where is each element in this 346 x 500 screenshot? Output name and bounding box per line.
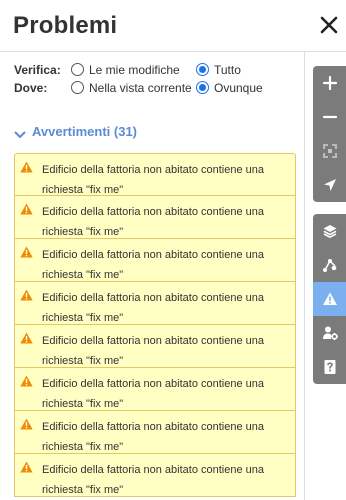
zoom-out-button[interactable] — [313, 100, 346, 134]
warning-icon — [20, 161, 33, 173]
warning-message: Edificio della fattoria non abitato cont… — [42, 292, 264, 324]
dove-visible-label[interactable]: Nella vista corrente — [89, 81, 192, 95]
warning-message: Edificio della fattoria non abitato cont… — [42, 249, 264, 281]
close-button[interactable] — [318, 14, 340, 36]
warning-icon — [20, 289, 33, 301]
warning-icon — [20, 246, 33, 258]
issues-pane-button[interactable] — [313, 282, 346, 316]
issues-panel: Problemi Verifica: Le mie modifiche Tutt… — [0, 0, 346, 500]
warning-item[interactable]: Edificio della fattoria non abitato cont… — [14, 325, 296, 368]
warning-icon — [20, 203, 33, 215]
layers-icon — [323, 225, 336, 238]
panel-header: Problemi — [0, 0, 346, 52]
preferences-icon — [322, 326, 338, 340]
dove-everywhere-radio[interactable] — [196, 81, 209, 94]
warning-item[interactable]: Edificio della fattoria non abitato cont… — [14, 368, 296, 411]
zoom-controls — [313, 66, 346, 202]
zoom-out-icon — [322, 115, 337, 119]
close-icon — [320, 16, 338, 34]
chevron-down-icon — [14, 128, 26, 138]
dove-everywhere-label[interactable]: Ovunque — [214, 81, 263, 95]
warning-message: Edificio della fattoria non abitato cont… — [42, 206, 264, 238]
verifica-everything-label[interactable]: Tutto — [214, 63, 241, 77]
pane-controls — [313, 214, 346, 384]
verifica-label: Verifica: — [14, 63, 61, 77]
preferences-button[interactable] — [313, 316, 346, 350]
map-controls — [313, 66, 346, 384]
warning-item[interactable]: Edificio della fattoria non abitato cont… — [14, 411, 296, 454]
warning-message: Edificio della fattoria non abitato cont… — [42, 421, 264, 453]
dove-label: Dove: — [14, 81, 48, 95]
zoom-to-selection-button[interactable] — [313, 134, 346, 168]
page-title: Problemi — [13, 12, 118, 39]
warning-message: Edificio della fattoria non abitato cont… — [42, 335, 264, 367]
zoom-in-icon — [322, 75, 337, 91]
warning-item[interactable]: Edificio della fattoria non abitato cont… — [14, 454, 296, 497]
issues-icon — [322, 292, 337, 305]
map-data-icon — [322, 259, 336, 272]
warning-message: Edificio della fattoria non abitato cont… — [42, 378, 264, 410]
verifica-everything-radio[interactable] — [196, 63, 209, 76]
warning-icon — [20, 332, 33, 344]
warning-message: Edificio della fattoria non abitato cont… — [42, 464, 264, 496]
warning-item[interactable]: Edificio della fattoria non abitato cont… — [14, 153, 296, 196]
map-data-button[interactable] — [313, 248, 346, 282]
warning-icon — [20, 375, 33, 387]
zoom-to-selection-icon — [322, 144, 337, 158]
warning-icon — [20, 418, 33, 430]
zoom-in-button[interactable] — [313, 66, 346, 100]
help-button[interactable] — [313, 350, 346, 384]
verifica-my-edits-radio[interactable] — [71, 63, 84, 76]
warning-item[interactable]: Edificio della fattoria non abitato cont… — [14, 282, 296, 325]
verifica-my-edits-label[interactable]: Le mie modifiche — [89, 63, 180, 77]
layers-button[interactable] — [313, 214, 346, 248]
warning-item[interactable]: Edificio della fattoria non abitato cont… — [14, 239, 296, 282]
geolocate-icon — [323, 179, 336, 191]
warning-icon — [20, 461, 33, 473]
help-icon — [324, 360, 335, 374]
geolocate-button[interactable] — [313, 168, 346, 202]
warnings-heading: Avvertimenti (31) — [32, 124, 137, 139]
warning-item[interactable]: Edificio della fattoria non abitato cont… — [14, 196, 296, 239]
dove-visible-radio[interactable] — [71, 81, 84, 94]
warnings-list: Edificio della fattoria non abitato cont… — [14, 153, 296, 497]
warning-message: Edificio della fattoria non abitato cont… — [42, 164, 264, 196]
warnings-toggle[interactable]: Avvertimenti (31) — [14, 124, 137, 139]
